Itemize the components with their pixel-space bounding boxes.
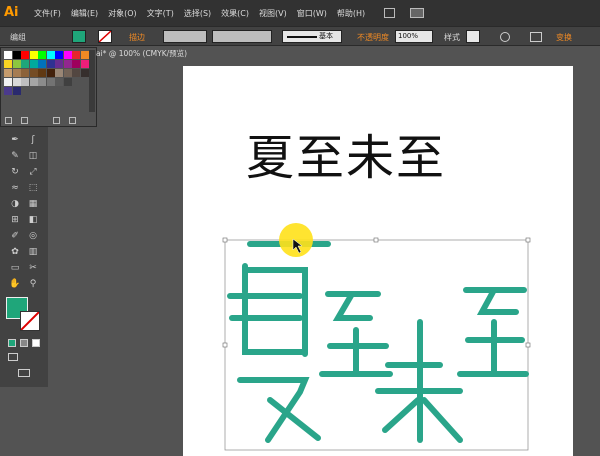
- cursor-highlight: [279, 223, 313, 257]
- stroked-character-artwork[interactable]: [227, 241, 529, 443]
- artwork-canvas: [222, 223, 531, 451]
